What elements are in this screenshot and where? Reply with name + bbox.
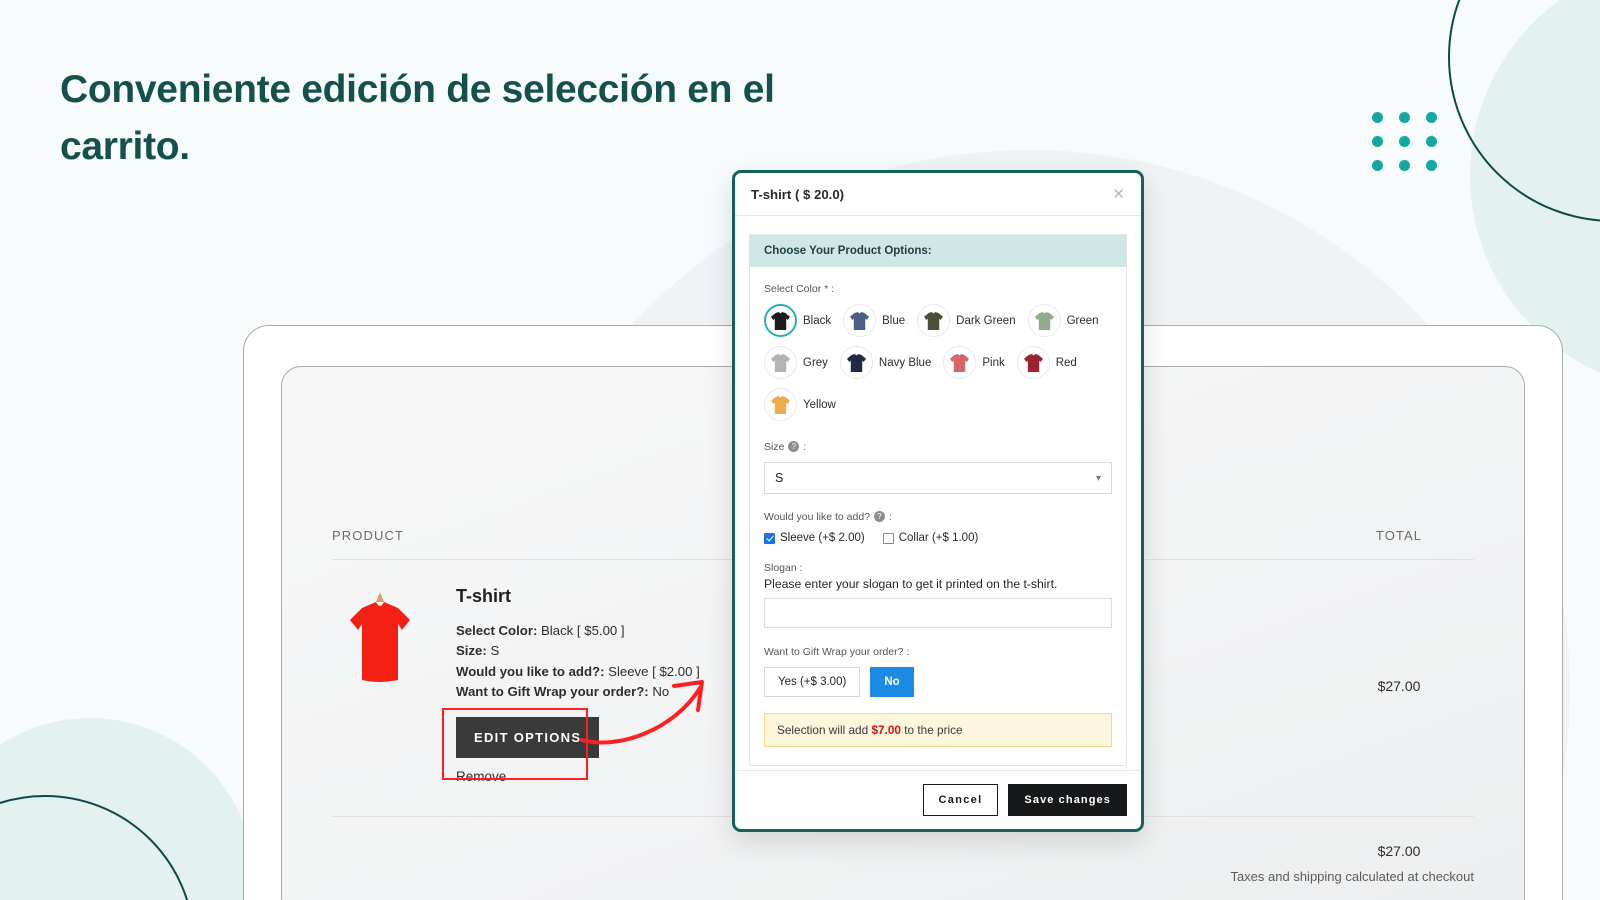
color-option-dark-green[interactable]: Dark Green [917, 304, 1016, 337]
option-label: Would you like to add?: [456, 663, 605, 679]
tshirt-swatch-icon [1027, 304, 1061, 337]
option-value: No [652, 684, 670, 700]
cancel-button[interactable]: Cancel [922, 784, 999, 816]
giftwrap-toggle-group: Yes (+$ 3.00) No [764, 667, 1112, 697]
checkbox-icon [764, 532, 775, 544]
slogan-field-label: Slogan : [764, 562, 803, 574]
row-total: $27.00 [1377, 677, 1421, 694]
tshirt-swatch-icon [839, 346, 873, 379]
color-label: Green [1066, 314, 1099, 327]
cart-subtotal: $27.00 [1377, 842, 1421, 859]
color-option-black[interactable]: Black [764, 304, 831, 337]
product-name: T-shirt [456, 586, 512, 606]
size-label-text: Size [764, 441, 785, 453]
tshirt-swatch-icon [943, 346, 977, 379]
page-headline: Conveniente edición de selección en el c… [60, 68, 775, 168]
color-label: Red [1055, 356, 1077, 369]
modal-header: T-shirt ( $ 20.0) ✕ [735, 173, 1141, 216]
question-icon[interactable]: ? [788, 441, 800, 452]
product-options-modal: T-shirt ( $ 20.0) ✕ Choose Your Product … [732, 170, 1144, 832]
column-header-total: TOTAL [1375, 528, 1423, 543]
slogan-input[interactable] [764, 598, 1112, 628]
color-label: Yellow [803, 398, 836, 411]
addon-sleeve[interactable]: Sleeve (+$ 2.00) [764, 532, 865, 544]
addon-collar[interactable]: Collar (+$ 1.00) [882, 532, 979, 544]
option-label: Select Color: [456, 623, 538, 638]
giftwrap-yes-button[interactable]: Yes (+$ 3.00) [764, 667, 861, 697]
modal-title: T-shirt ( $ 20.0) [751, 187, 845, 202]
save-changes-button[interactable]: Save changes [1008, 784, 1127, 816]
alert-suffix: to the price [904, 723, 963, 737]
option-label: Size: [456, 643, 487, 659]
color-field-label: Select Color * : [764, 283, 835, 295]
chevron-down-icon: ▾ [1095, 472, 1101, 484]
giftwrap-no-button[interactable]: No [870, 667, 914, 697]
screenshot-root: Conveniente edición de selección en el c… [0, 0, 1600, 900]
decor-ring-top-right [1448, 0, 1600, 222]
tax-note: Taxes and shipping calculated at checkou… [1230, 868, 1474, 884]
color-label: Black [803, 314, 832, 327]
product-options: Select Color: Black [ $5.00 ] Size: S Wo… [456, 621, 700, 703]
edit-options-button[interactable]: EDIT OPTIONS [456, 716, 600, 758]
modal-footer: Cancel Save changes [735, 770, 1141, 829]
color-option-navy-blue[interactable]: Navy Blue [839, 346, 932, 379]
option-value: Sleeve [ $2.00 ] [608, 663, 700, 679]
giftwrap-field-label: Want to Gift Wrap your order? : [764, 646, 910, 658]
remove-link[interactable]: Remove [456, 769, 599, 784]
close-icon[interactable]: ✕ [1112, 187, 1125, 202]
checkbox-icon [882, 532, 894, 544]
swatch-row: Yellow [764, 388, 1112, 421]
slogan-help-text: Please enter your slogan to get it print… [764, 577, 1058, 591]
color-label: Pink [982, 356, 1005, 369]
tshirt-swatch-icon [764, 304, 797, 337]
tshirt-swatch-icon [764, 346, 797, 379]
addon-label: Collar (+$ 1.00) [898, 532, 979, 544]
size-select-value: S [775, 471, 784, 485]
addons-checkbox-group: Sleeve (+$ 2.00) Collar (+$ 1.00) [764, 532, 1112, 544]
question-icon[interactable]: ? [873, 511, 885, 522]
product-thumbnail [332, 586, 428, 698]
addon-label: Sleeve (+$ 2.00) [780, 532, 865, 544]
decor-dot-grid [1372, 112, 1440, 171]
color-option-blue[interactable]: Blue [843, 304, 905, 337]
tshirt-swatch-icon [1016, 346, 1050, 379]
color-swatch-group: Black Blue Dark Green Green Grey Navy Bl… [764, 304, 1112, 421]
color-option-pink[interactable]: Pink [943, 346, 1005, 379]
modal-body: Choose Your Product Options: Select Colo… [735, 216, 1141, 770]
option-label: Want to Gift Wrap your order?: [456, 684, 649, 700]
color-label: Dark Green [956, 314, 1016, 327]
tshirt-swatch-icon [764, 388, 797, 421]
swatch-row: Black Blue Dark Green Green [764, 304, 1112, 337]
tshirt-swatch-icon [917, 304, 951, 337]
option-value: S [490, 643, 500, 659]
swatch-row: Grey Navy Blue Pink Red [764, 346, 1112, 379]
addons-field-label: Would you like to add? ? : [764, 511, 892, 523]
color-label: Blue [882, 314, 906, 327]
color-option-yellow[interactable]: Yellow [764, 388, 836, 421]
tshirt-swatch-icon [843, 304, 877, 337]
size-field-label: Size ? : [764, 441, 807, 453]
options-card: Choose Your Product Options: Select Colo… [749, 234, 1127, 766]
option-value: Black [ $5.00 ] [541, 623, 625, 638]
alert-amount: $7.00 [871, 723, 901, 737]
options-section-heading: Choose Your Product Options: [750, 235, 1126, 267]
color-label: Navy Blue [878, 356, 932, 369]
color-option-red[interactable]: Red [1016, 346, 1077, 379]
color-option-green[interactable]: Green [1027, 304, 1099, 337]
decor-ring-bottom-left [0, 795, 195, 900]
price-alert: Selection will add $7.00 to the price [764, 713, 1112, 747]
decor-circle-bottom-left [0, 718, 255, 900]
addons-label-text: Would you like to add? [764, 511, 871, 523]
color-label: Grey [803, 356, 828, 369]
alert-prefix: Selection will add [777, 723, 869, 737]
size-select[interactable]: S ▾ [764, 462, 1112, 494]
color-option-grey[interactable]: Grey [764, 346, 828, 379]
